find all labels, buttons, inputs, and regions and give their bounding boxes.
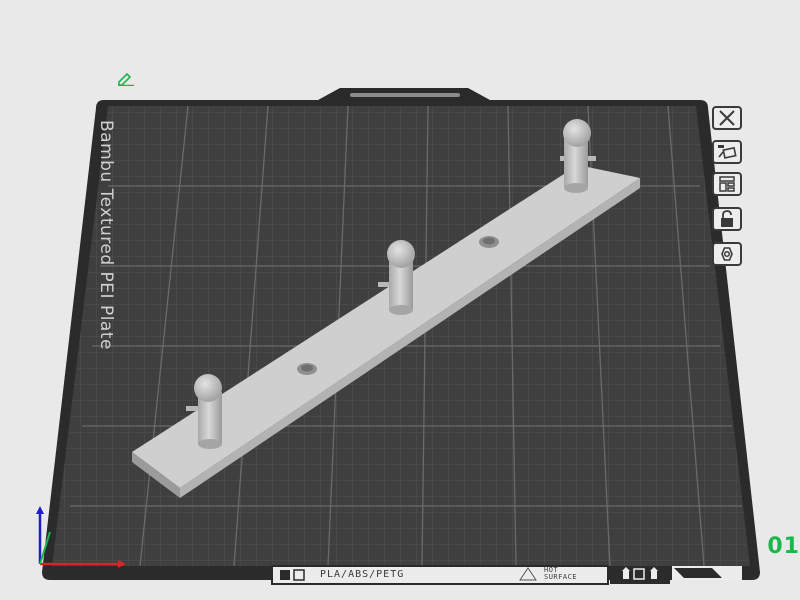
hexagon-settings-icon	[721, 247, 733, 261]
close-icon	[719, 110, 735, 126]
arrange-icon	[719, 176, 735, 192]
arrange-button[interactable]	[712, 172, 742, 196]
auto-orient-icon	[718, 145, 737, 159]
auto-orient-button[interactable]	[712, 140, 742, 164]
lock-icon	[721, 210, 733, 227]
lock-plate-button[interactable]	[712, 207, 742, 231]
plate-settings-button[interactable]	[712, 242, 742, 266]
hot-surface-label: HOT SURFACE	[544, 566, 578, 581]
edit-plate-name-icon[interactable]	[116, 72, 136, 86]
plate-type-label: Bambu Textured PEI Plate	[96, 120, 116, 350]
3d-viewport[interactable]	[0, 0, 800, 600]
close-plate-button[interactable]	[712, 106, 742, 130]
material-label: PLA/ABS/PETG	[320, 569, 405, 580]
plate-number: 01	[767, 534, 800, 559]
